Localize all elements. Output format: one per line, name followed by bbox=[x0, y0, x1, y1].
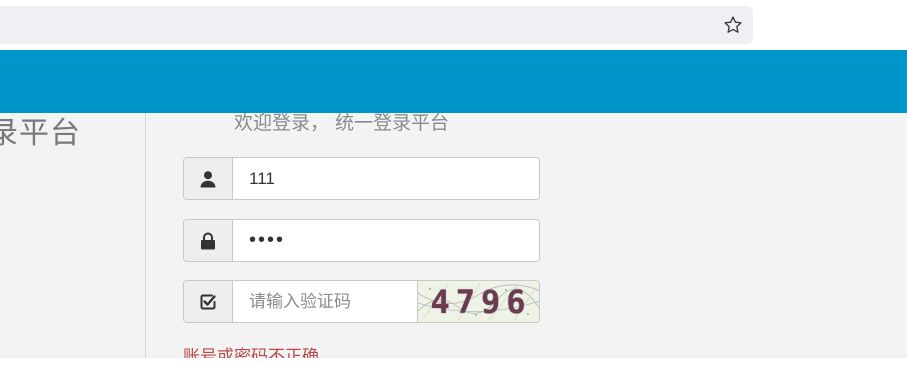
header-band bbox=[0, 50, 907, 113]
password-input[interactable] bbox=[233, 220, 539, 261]
bookmark-star-icon[interactable] bbox=[722, 14, 744, 36]
username-input[interactable] bbox=[233, 158, 539, 199]
lock-icon bbox=[184, 220, 233, 261]
captcha-group: 4796 bbox=[183, 280, 540, 323]
login-page: 录平台 欢迎登录， 统一登录平台 111 •••• 请输入验证码 4796 账号… bbox=[0, 50, 907, 358]
password-group bbox=[183, 219, 540, 262]
bottom-strip bbox=[0, 358, 907, 365]
captcha-code: 4796 bbox=[430, 282, 532, 321]
captcha-input[interactable] bbox=[233, 281, 417, 322]
address-bar[interactable] bbox=[0, 6, 753, 44]
user-icon bbox=[184, 158, 233, 199]
captcha-image[interactable]: 4796 bbox=[417, 281, 539, 322]
check-square-icon bbox=[184, 281, 233, 322]
platform-title: 录平台 bbox=[0, 116, 81, 151]
username-group bbox=[183, 157, 540, 200]
browser-toolbar bbox=[0, 0, 907, 50]
error-message: 账号或密码不正确 bbox=[183, 347, 319, 358]
